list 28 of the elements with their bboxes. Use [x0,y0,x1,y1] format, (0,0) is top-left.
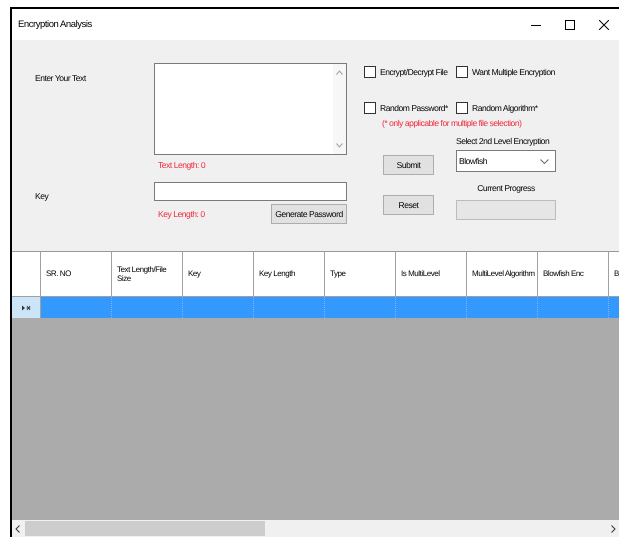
checkbox-option[interactable]: Want Multiple Encryption [456,66,568,78]
note-text: (* only applicable for multiple file selection) [382,118,522,128]
encryption-dropdown[interactable]: Blowfish [456,150,556,172]
current-row-icon [22,304,30,310]
submit-button[interactable]: Submit [383,155,434,175]
checkbox-option[interactable]: Encrypt/Decrypt File [364,66,456,78]
text-label: Enter Your Text [35,73,88,83]
select-label: Select 2nd Level Encryption [456,136,550,146]
key-length-label: Key Length: 0 [158,209,205,219]
maximize-icon[interactable] [565,20,575,30]
progress-label: Current Progress [476,183,536,193]
checkbox-option[interactable]: Random Password* [364,102,456,114]
checkbox[interactable] [456,66,468,78]
chevron-down-icon [540,158,549,164]
text-length-label: Text Length: 0 [158,160,206,170]
horizontal-scrollbar[interactable] [12,520,619,537]
checkbox[interactable] [364,102,376,114]
generate-password-button[interactable]: Generate Password [271,204,347,224]
scroll-left-icon[interactable] [15,524,20,532]
checkbox-option[interactable]: Random Algorithm* [456,102,568,114]
window-title: Encryption Analysis [18,19,92,30]
close-icon[interactable] [599,20,609,30]
checkbox[interactable] [456,102,468,114]
key-label: Key [35,191,50,201]
scroll-right-icon[interactable] [611,524,616,532]
checkbox[interactable] [364,66,376,78]
reset-button[interactable]: Reset [383,195,434,215]
key-input-field[interactable] [154,182,347,201]
